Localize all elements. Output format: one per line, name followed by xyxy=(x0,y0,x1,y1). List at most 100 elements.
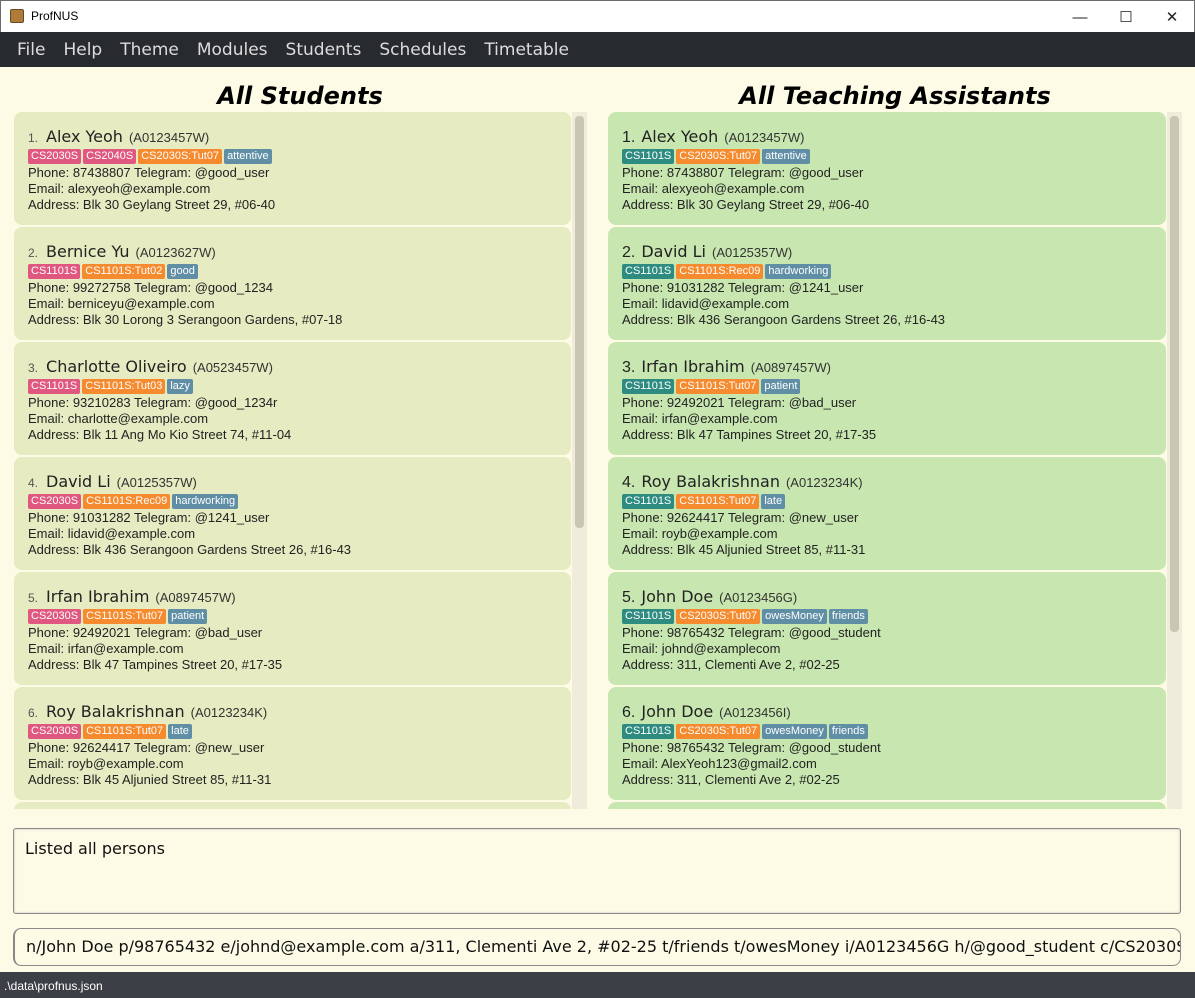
tag-row: CS2030S CS1101S:Tut07 patient xyxy=(28,609,557,624)
tag-row: CS2030S CS2040S CS2030S:Tut07 attentive xyxy=(28,149,557,164)
address: Address: Blk 30 Geylang Street 29, #06-4… xyxy=(28,197,276,212)
menu-timetable[interactable]: Timetable xyxy=(475,40,578,60)
module-tag: CS1101S xyxy=(28,264,81,279)
card-index: 2. xyxy=(622,244,636,261)
tag-row: CS1101S CS1101S:Rec09 hardworking xyxy=(622,264,1152,279)
card-header: 2. Bernice Yu (A0123627W) xyxy=(28,242,557,262)
person-id: (A0123234K) xyxy=(190,705,268,720)
menu-help[interactable]: Help xyxy=(54,40,111,60)
module-tag: CS1101S xyxy=(622,494,675,509)
person-card[interactable]: 6. John Doe (A0123456I) CS1101S CS2030S:Tut0… xyxy=(608,687,1166,800)
module-tag: CS1101S xyxy=(622,609,675,624)
class-tag: CS1101S:Tut07 xyxy=(83,724,167,739)
menu-theme[interactable]: Theme xyxy=(111,40,188,60)
student-list: 1. Alex Yeoh (A0123457W) CS2030S CS2040S CS20… xyxy=(14,112,571,809)
tag-row: CS1101S CS1101S:Tut07 late xyxy=(622,494,1152,509)
person-card[interactable]: 4. David Li (A0125357W) CS2030S CS1101S:Rec0… xyxy=(14,457,571,570)
class-tag: CS1101S:Rec09 xyxy=(676,264,764,279)
person-card[interactable]: 5. John Doe (A0123456G) CS1101S CS2030S:Tut0… xyxy=(608,572,1166,685)
result-display: Listed all persons xyxy=(13,828,1181,914)
module-tag: CS1101S xyxy=(28,379,81,394)
card-index: 4. xyxy=(28,476,39,490)
status-bar-file-path: .\data\profnus.json xyxy=(0,972,1195,998)
address: Address: Blk 45 Aljunied Street 85, #11-… xyxy=(622,542,866,557)
person-card[interactable]: 3. Charlotte Oliveiro (A0523457W) CS1101S CS… xyxy=(14,342,571,455)
card-index: 1. xyxy=(622,129,636,146)
menu-schedules[interactable]: Schedules xyxy=(370,40,475,60)
email: Email: lidavid@example.com xyxy=(622,296,790,311)
command-input[interactable]: n/John Doe p/98765432 e/johnd@example.co… xyxy=(13,928,1181,966)
card-header: 4. Roy Balakrishnan (A0123234K) xyxy=(622,472,1152,492)
person-card[interactable]: 2. Bernice Yu (A0123627W) CS1101S CS1101S:Tu… xyxy=(14,227,571,340)
students-panel-title: All Students xyxy=(217,82,383,110)
minimize-button[interactable]: — xyxy=(1057,1,1103,33)
scroll-thumb[interactable] xyxy=(1170,116,1179,632)
phone-telegram: Phone: 98765432 Telegram: @good_student xyxy=(622,740,881,755)
phone-telegram: Phone: 93210283 Telegram: @good_1234r xyxy=(28,395,278,410)
maximize-button[interactable]: ☐ xyxy=(1103,1,1149,33)
menu-file[interactable]: File xyxy=(8,40,54,60)
menu-students[interactable]: Students xyxy=(277,40,371,60)
person-card[interactable]: 5. Irfan Ibrahim (A0897457W) CS2030S CS1101S… xyxy=(14,572,571,685)
person-name: Roy Balakrishnan xyxy=(46,702,185,721)
module-tag: CS2030S xyxy=(28,149,82,164)
phone-telegram: Phone: 92492021 Telegram: @bad_user xyxy=(622,395,857,410)
phone-telegram: Phone: 91031282 Telegram: @1241_user xyxy=(622,280,864,295)
tag-row: CS1101S CS2030S:Tut07 owesMoney friends xyxy=(622,724,1152,739)
class-tag: CS2030S:Tut07 xyxy=(138,149,223,164)
close-button[interactable]: ✕ xyxy=(1149,1,1195,33)
module-tag: CS2040S xyxy=(83,149,137,164)
student-list-scrollbar[interactable] xyxy=(572,112,587,809)
email: Email: johnd@examplecom xyxy=(622,641,781,656)
person-tag: hardworking xyxy=(172,494,239,509)
email: Email: alexyeoh@example.com xyxy=(28,181,211,196)
phone-telegram: Phone: 92624417 Telegram: @new_user xyxy=(622,510,859,525)
tag-row: CS1101S CS1101S:Tut03 lazy xyxy=(28,379,557,394)
card-header: 1. Alex Yeoh (A0123457W) xyxy=(622,127,1152,147)
person-card[interactable]: 1. Alex Yeoh (A0123457W) CS1101S CS2030S:Tut… xyxy=(608,112,1166,225)
class-tag: CS1101S:Rec09 xyxy=(83,494,171,509)
ta-list-scrollbar[interactable] xyxy=(1167,112,1182,809)
tag-row: CS1101S CS2030S:Tut07 owesMoney friends xyxy=(622,609,1152,624)
card-index: 2. xyxy=(28,246,39,260)
email: Email: charlotte@example.com xyxy=(28,411,209,426)
person-id: (A0523457W) xyxy=(192,360,273,375)
card-index: 3. xyxy=(28,361,39,375)
tag-row: CS1101S CS1101S:Tut02 good xyxy=(28,264,557,279)
person-tag: hardworking xyxy=(765,264,832,279)
person-tag: patient xyxy=(761,379,801,394)
module-tag: CS1101S xyxy=(622,379,675,394)
person-card-partial[interactable] xyxy=(608,802,1166,809)
phone-telegram: Phone: 92624417 Telegram: @new_user xyxy=(28,740,265,755)
card-header: 6. John Doe (A0123456I) xyxy=(622,702,1152,722)
class-tag: CS1101S:Tut02 xyxy=(82,264,166,279)
person-id: (A0897457W) xyxy=(750,360,831,375)
class-tag: CS2030S:Tut07 xyxy=(676,149,761,164)
person-name: John Doe xyxy=(641,587,714,606)
scroll-thumb[interactable] xyxy=(575,116,584,528)
card-header: 4. David Li (A0125357W) xyxy=(28,472,557,492)
person-tag: attentive xyxy=(224,149,272,164)
card-index: 3. xyxy=(622,359,636,376)
person-card[interactable]: 3. Irfan Ibrahim (A0897457W) CS1101S CS1101S… xyxy=(608,342,1166,455)
class-tag: CS2030S:Tut07 xyxy=(676,724,761,739)
email: Email: berniceyu@example.com xyxy=(28,296,215,311)
card-index: 4. xyxy=(622,474,636,491)
person-card[interactable]: 1. Alex Yeoh (A0123457W) CS2030S CS2040S CS20… xyxy=(14,112,571,225)
person-card-partial[interactable] xyxy=(14,802,571,809)
tag-row: CS2030S CS1101S:Tut07 late xyxy=(28,724,557,739)
email: Email: royb@example.com xyxy=(622,526,778,541)
menu-modules[interactable]: Modules xyxy=(188,40,277,60)
person-card[interactable]: 4. Roy Balakrishnan (A0123234K) CS1101S CS11… xyxy=(608,457,1166,570)
person-card[interactable]: 6. Roy Balakrishnan (A0123234K) CS2030S CS11… xyxy=(14,687,571,800)
person-name: Irfan Ibrahim xyxy=(46,587,150,606)
card-header: 5. Irfan Ibrahim (A0897457W) xyxy=(28,587,557,607)
module-tag: CS1101S xyxy=(622,264,675,279)
person-name: Charlotte Oliveiro xyxy=(46,357,187,376)
address: Address: Blk 11 Ang Mo Kio Street 74, #1… xyxy=(28,427,292,442)
card-header: 3. Irfan Ibrahim (A0897457W) xyxy=(622,357,1152,377)
person-card[interactable]: 2. David Li (A0125357W) CS1101S CS1101S:Rec0… xyxy=(608,227,1166,340)
person-name: David Li xyxy=(641,242,706,261)
person-id: (A0125357W) xyxy=(711,245,793,260)
person-id: (A0125357W) xyxy=(116,475,197,490)
